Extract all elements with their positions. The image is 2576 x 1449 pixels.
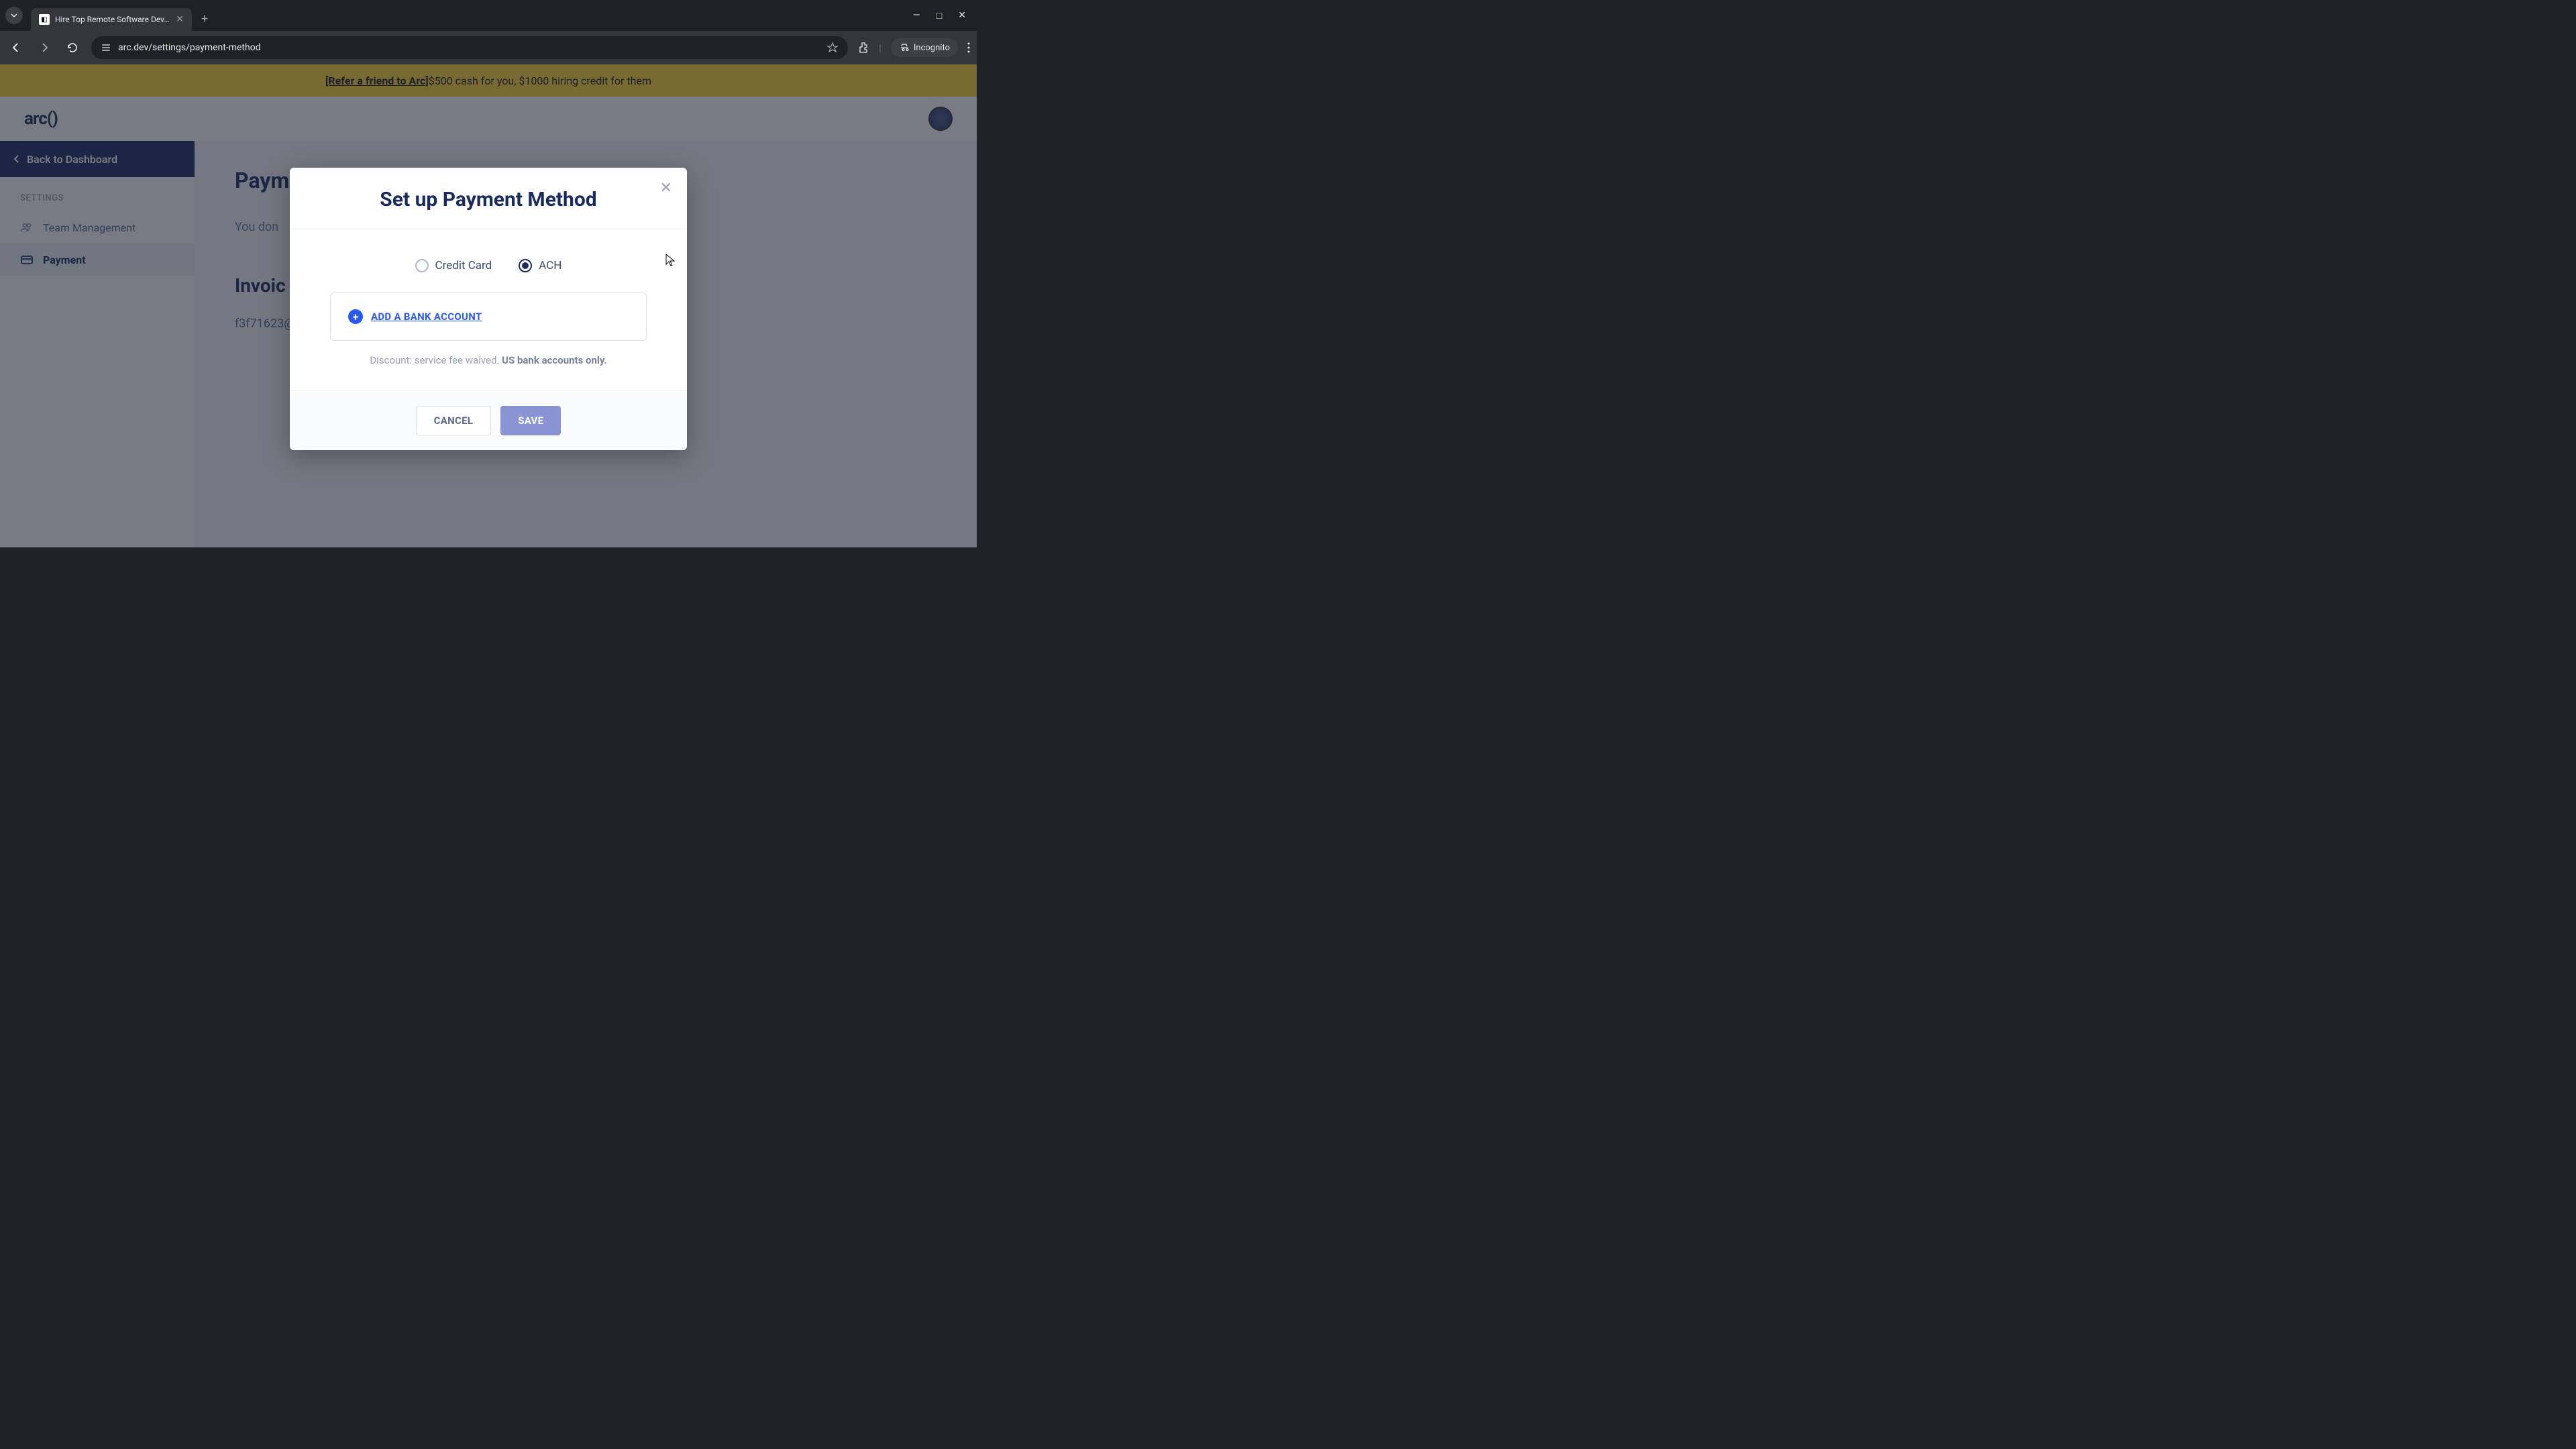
arrow-left-icon [10,42,22,54]
maximize-button[interactable]: □ [936,10,942,21]
discount-prefix: Discount: service fee waived. [370,354,502,366]
tab-search-button[interactable] [5,7,23,24]
url-bar[interactable]: arc.dev/settings/payment-method [91,36,848,59]
extensions-icon[interactable] [857,42,869,54]
tab-close-button[interactable]: ✕ [176,14,184,25]
tab-title: Hire Top Remote Software Dev… [55,15,170,24]
modal-overlay[interactable]: Set up Payment Method ✕ Credit Card ACH … [0,64,977,547]
payment-method-modal: Set up Payment Method ✕ Credit Card ACH … [290,168,687,450]
arrow-right-icon [38,42,50,54]
incognito-icon [899,42,910,53]
modal-footer: CANCEL SAVE [290,391,687,450]
tab-favicon-icon: ◧ [39,14,50,25]
browser-menu-icon[interactable] [967,42,970,53]
close-window-button[interactable]: ✕ [958,10,966,21]
forward-button[interactable] [35,38,54,57]
discount-text: Discount: service fee waived. US bank ac… [330,354,647,366]
modal-body: Credit Card ACH + ADD A BANK ACCOUNT Dis… [290,229,687,391]
site-settings-icon [101,42,111,53]
window-controls: — □ ✕ [913,10,971,21]
reload-button[interactable] [63,38,82,57]
incognito-label: Incognito [914,43,950,53]
url-text: arc.dev/settings/payment-method [118,42,820,53]
save-button[interactable]: SAVE [500,406,561,435]
radio-label: Credit Card [435,259,492,272]
discount-bold: US bank accounts only. [502,354,607,366]
back-button[interactable] [7,38,25,57]
radio-ach[interactable]: ACH [519,259,561,272]
plus-circle-icon: + [348,309,363,324]
radio-label: ACH [539,259,561,272]
cancel-button[interactable]: CANCEL [416,406,492,435]
radio-icon [415,259,429,272]
bookmark-star-icon[interactable] [826,42,839,54]
payment-type-radio-group: Credit Card ACH [330,259,647,272]
chevron-down-icon [10,11,18,19]
reload-icon [66,42,78,54]
minimize-button[interactable]: — [913,10,920,21]
incognito-badge[interactable]: Incognito [891,38,958,57]
modal-title: Set up Payment Method [317,188,660,211]
radio-icon [519,259,532,272]
modal-close-button[interactable]: ✕ [660,180,672,197]
browser-tab[interactable]: ◧ Hire Top Remote Software Dev… ✕ [31,8,192,31]
radio-credit-card[interactable]: Credit Card [415,259,492,272]
browser-toolbar: arc.dev/settings/payment-method | Incogn… [0,31,977,64]
browser-tab-strip: ◧ Hire Top Remote Software Dev… ✕ + — □ … [0,0,977,31]
page-content: [Refer a friend to Arc] $500 cash for yo… [0,64,977,547]
add-bank-label: ADD A BANK ACCOUNT [371,311,482,323]
modal-header: Set up Payment Method ✕ [290,168,687,229]
add-bank-account-button[interactable]: + ADD A BANK ACCOUNT [330,292,647,341]
new-tab-button[interactable]: + [201,12,208,26]
